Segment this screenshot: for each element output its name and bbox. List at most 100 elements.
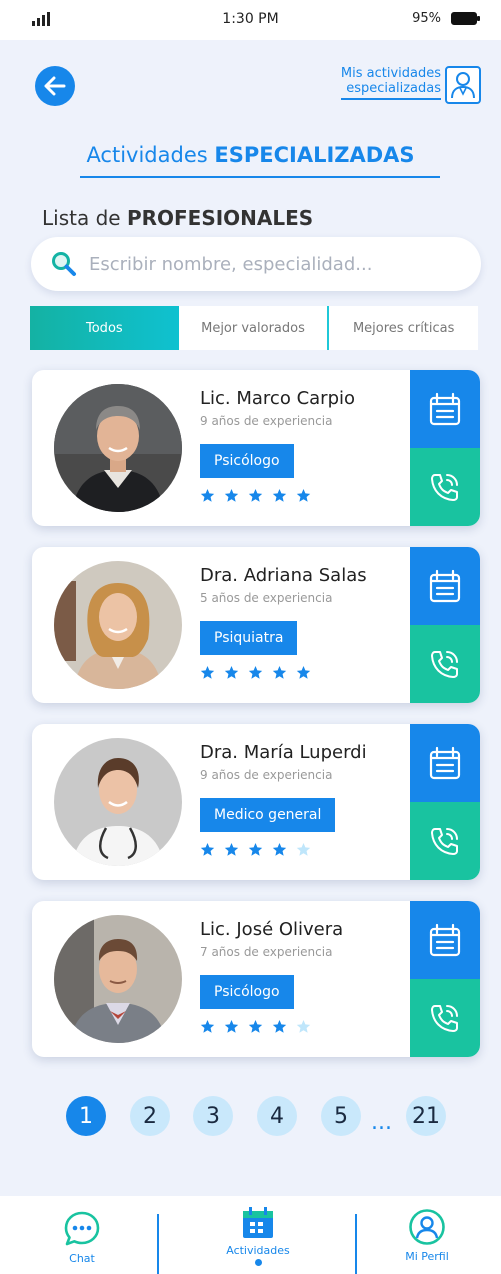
calendar-icon: [429, 746, 461, 780]
pagination: 1 2 3 4 5 ... 21: [66, 1096, 466, 1140]
bottom-nav: Chat Actividades Mi Perfil: [0, 1196, 501, 1274]
nav-profile[interactable]: Mi Perfil: [392, 1196, 462, 1274]
calendar-icon: [429, 569, 461, 603]
star-filled-icon: [200, 842, 215, 857]
schedule-button[interactable]: [410, 901, 480, 979]
phone-icon: [431, 828, 458, 855]
phone-icon: [431, 1005, 458, 1032]
avatar: [54, 384, 182, 512]
page-button-last[interactable]: 21: [406, 1096, 446, 1136]
tab-todos[interactable]: Todos: [30, 306, 179, 350]
schedule-button[interactable]: [410, 547, 480, 625]
professional-experience: 9 años de experiencia: [200, 414, 333, 428]
phone-icon: [431, 651, 458, 678]
professional-experience: 5 años de experiencia: [200, 591, 333, 605]
star-filled-icon: [248, 488, 263, 503]
tab-mejores-criticas[interactable]: Mejores críticas: [327, 306, 478, 350]
avatar: [54, 738, 182, 866]
schedule-button[interactable]: [410, 724, 480, 802]
star-filled-icon: [272, 1019, 287, 1034]
calendar-icon: [429, 923, 461, 957]
rating-stars: [200, 842, 320, 860]
star-filled-icon: [248, 842, 263, 857]
search-input[interactable]: [89, 253, 449, 275]
page-button-3[interactable]: 3: [193, 1096, 233, 1136]
arrow-left-icon: [44, 76, 66, 96]
nav-activities[interactable]: Actividades: [210, 1196, 306, 1274]
star-filled-icon: [272, 842, 287, 857]
search-icon: [52, 252, 76, 276]
specialty-badge: Psicólogo: [200, 444, 294, 478]
rating-stars: [200, 1019, 320, 1037]
star-empty-icon: [296, 1019, 311, 1034]
calendar-icon: [429, 392, 461, 426]
status-bar: 1:30 PM 95%: [0, 0, 501, 40]
title-underline: [80, 176, 440, 178]
call-button[interactable]: [410, 448, 480, 526]
professional-name: Lic. José Olivera: [200, 919, 344, 940]
doctor-profile-icon[interactable]: [445, 66, 481, 104]
active-indicator: [254, 1259, 262, 1266]
star-filled-icon: [224, 1019, 239, 1034]
my-activities-line2: especializadas: [346, 81, 441, 96]
professional-experience: 7 años de experiencia: [200, 945, 333, 959]
star-filled-icon: [200, 488, 215, 503]
star-filled-icon: [200, 665, 215, 680]
my-activities-line1: Mis actividades: [340, 66, 441, 81]
phone-icon: [431, 474, 458, 501]
professional-card[interactable]: Dra. Adriana Salas 5 años de experiencia…: [32, 547, 480, 703]
nav-chat-label: Chat: [69, 1252, 95, 1265]
card-actions: [410, 370, 480, 526]
search-bar: [31, 237, 481, 291]
card-actions: [410, 901, 480, 1057]
user-profile-icon: [409, 1209, 445, 1245]
nav-divider: [355, 1214, 357, 1274]
professional-experience: 9 años de experiencia: [200, 768, 333, 782]
page-button-2[interactable]: 2: [130, 1096, 170, 1136]
rating-stars: [200, 665, 320, 683]
card-actions: [410, 724, 480, 880]
calendar-grid-icon: [243, 1207, 273, 1238]
page-button-1[interactable]: 1: [66, 1096, 106, 1136]
call-button[interactable]: [410, 979, 480, 1057]
star-filled-icon: [224, 665, 239, 680]
page-title: Actividades ESPECIALIZADAS: [86, 143, 415, 167]
professional-name: Dra. María Luperdi: [200, 742, 367, 763]
star-filled-icon: [248, 665, 263, 680]
star-empty-icon: [296, 842, 311, 857]
card-actions: [410, 547, 480, 703]
avatar: [54, 915, 182, 1043]
section-title: Lista de PROFESIONALES: [42, 206, 314, 230]
filter-tabs: Todos Mejor valorados Mejores críticas: [30, 306, 478, 350]
professional-name: Lic. Marco Carpio: [200, 388, 356, 409]
star-filled-icon: [296, 665, 311, 680]
professional-card[interactable]: Lic. José Olivera 7 años de experiencia …: [32, 901, 480, 1057]
chat-icon: [64, 1211, 100, 1246]
pagination-ellipsis: ...: [371, 1110, 392, 1135]
call-button[interactable]: [410, 802, 480, 880]
page-button-4[interactable]: 4: [257, 1096, 297, 1136]
nav-divider: [157, 1214, 159, 1274]
star-filled-icon: [296, 488, 311, 503]
nav-chat[interactable]: Chat: [52, 1196, 112, 1274]
star-filled-icon: [224, 488, 239, 503]
star-filled-icon: [272, 488, 287, 503]
tab-mejor-valorados[interactable]: Mejor valorados: [179, 306, 328, 350]
call-button[interactable]: [410, 625, 480, 703]
page-button-5[interactable]: 5: [321, 1096, 361, 1136]
nav-profile-label: Mi Perfil: [405, 1250, 449, 1263]
star-filled-icon: [272, 665, 287, 680]
star-filled-icon: [200, 1019, 215, 1034]
specialty-badge: Medico general: [200, 798, 336, 832]
professional-name: Dra. Adriana Salas: [200, 565, 367, 586]
schedule-button[interactable]: [410, 370, 480, 448]
star-filled-icon: [224, 842, 239, 857]
my-specialized-activities-link[interactable]: Mis actividades especializadas: [340, 66, 441, 100]
back-button[interactable]: [35, 66, 75, 106]
specialty-badge: Psicólogo: [200, 975, 294, 1009]
battery-percent: 95%: [412, 11, 441, 26]
professional-card[interactable]: Dra. María Luperdi 9 años de experiencia…: [32, 724, 480, 880]
star-filled-icon: [248, 1019, 263, 1034]
professional-card[interactable]: Lic. Marco Carpio 9 años de experiencia …: [32, 370, 480, 526]
rating-stars: [200, 488, 320, 506]
